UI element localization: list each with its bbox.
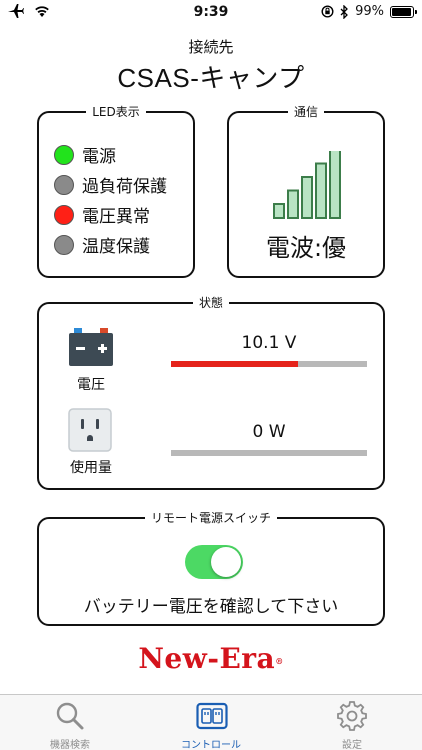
remote-switch-panel: リモート電源スイッチ バッテリー電圧を確認して下さい [37, 511, 385, 626]
registered-mark: ® [275, 656, 284, 666]
led-indicator-temperature [54, 234, 74, 255]
led-item-temperature: 温度保護 [54, 232, 150, 257]
comm-panel: 通信 電波:優 [227, 105, 385, 278]
battery-check-message: バッテリー電圧を確認して下さい [83, 597, 339, 617]
tab-device-search[interactable]: 機器検索 [0, 695, 140, 750]
led-item-voltage-error: 電圧異常 [54, 202, 150, 227]
voltage-bar-fill [171, 361, 299, 367]
tab-bar: 機器検索 コントロール 設定 [0, 694, 422, 750]
toggle-knob[interactable] [211, 547, 241, 577]
signal-bar [315, 162, 327, 219]
led-label: 過負荷保護 [82, 177, 167, 197]
led-label: 温度保護 [82, 237, 150, 257]
rotation-lock-icon [321, 5, 334, 18]
usage-bar [171, 450, 367, 456]
led-item-overload: 過負荷保護 [54, 172, 167, 197]
signal-bar [273, 203, 285, 219]
brand-logo: New-Era® [0, 642, 422, 675]
signal-text: 電波:優 [265, 234, 347, 262]
connect-label: 接続先 [188, 38, 234, 56]
signal-strength-icon [273, 151, 341, 219]
signal-bar [287, 189, 299, 219]
tab-label: 機器検索 [50, 740, 90, 750]
tab-label: コントロール [181, 740, 241, 750]
signal-bar [329, 151, 341, 219]
remote-switch-title: リモート電源スイッチ [144, 511, 277, 525]
brand-logo-text: New-Era [138, 642, 276, 675]
voltage-label: 電圧 [77, 377, 105, 393]
led-item-power: 電源 [54, 142, 116, 167]
tab-settings[interactable]: 設定 [282, 695, 422, 750]
led-label: 電圧異常 [82, 207, 150, 227]
status-bar: 9:39 99% [0, 0, 422, 26]
led-indicator-voltage-error [54, 204, 74, 225]
device-name: CSAS-キャンプ [117, 63, 305, 93]
usage-label: 使用量 [70, 460, 112, 476]
battery-icon [390, 5, 417, 18]
status-panel: 状態 電圧 10.1 V 使用量 0 W [37, 296, 385, 490]
tab-control[interactable]: コントロール [141, 695, 281, 750]
voltage-bar [171, 361, 367, 367]
gear-icon [337, 701, 367, 731]
led-indicator-overload [54, 174, 74, 195]
signal-bar [301, 176, 313, 219]
remote-power-toggle[interactable] [185, 545, 243, 579]
status-panel-title: 状態 [192, 296, 229, 310]
led-panel: LED表示 電源 過負荷保護 電圧異常 温度保護 [37, 105, 195, 278]
outlet-icon [196, 702, 228, 730]
comm-panel-title: 通信 [287, 105, 324, 119]
search-icon [56, 702, 84, 730]
battery-percent: 99% [355, 4, 384, 19]
led-label: 電源 [82, 147, 116, 167]
tab-label: 設定 [342, 740, 362, 750]
power-outlet-icon [68, 408, 112, 452]
voltage-value: 10.1 V [241, 333, 297, 353]
car-battery-icon [69, 328, 113, 366]
bluetooth-icon [340, 4, 349, 19]
usage-value: 0 W [252, 422, 286, 442]
led-indicator-power [54, 144, 74, 165]
led-panel-title: LED表示 [86, 105, 146, 119]
